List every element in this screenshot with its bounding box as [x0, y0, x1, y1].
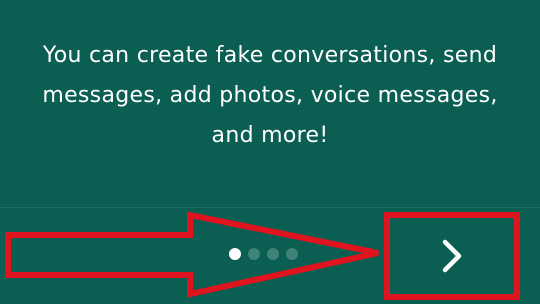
bottom-bar-divider — [0, 207, 540, 208]
onboarding-screen: You can create fake conversations, send … — [0, 0, 540, 304]
page-dot-4[interactable] — [286, 248, 298, 260]
page-dot-2[interactable] — [248, 248, 260, 260]
chevron-right-icon — [442, 239, 462, 273]
page-dot-3[interactable] — [267, 248, 279, 260]
onboarding-message: You can create fake conversations, send … — [42, 43, 498, 148]
next-button[interactable] — [384, 212, 520, 300]
page-dot-1[interactable] — [229, 248, 241, 260]
page-indicator — [229, 248, 298, 264]
